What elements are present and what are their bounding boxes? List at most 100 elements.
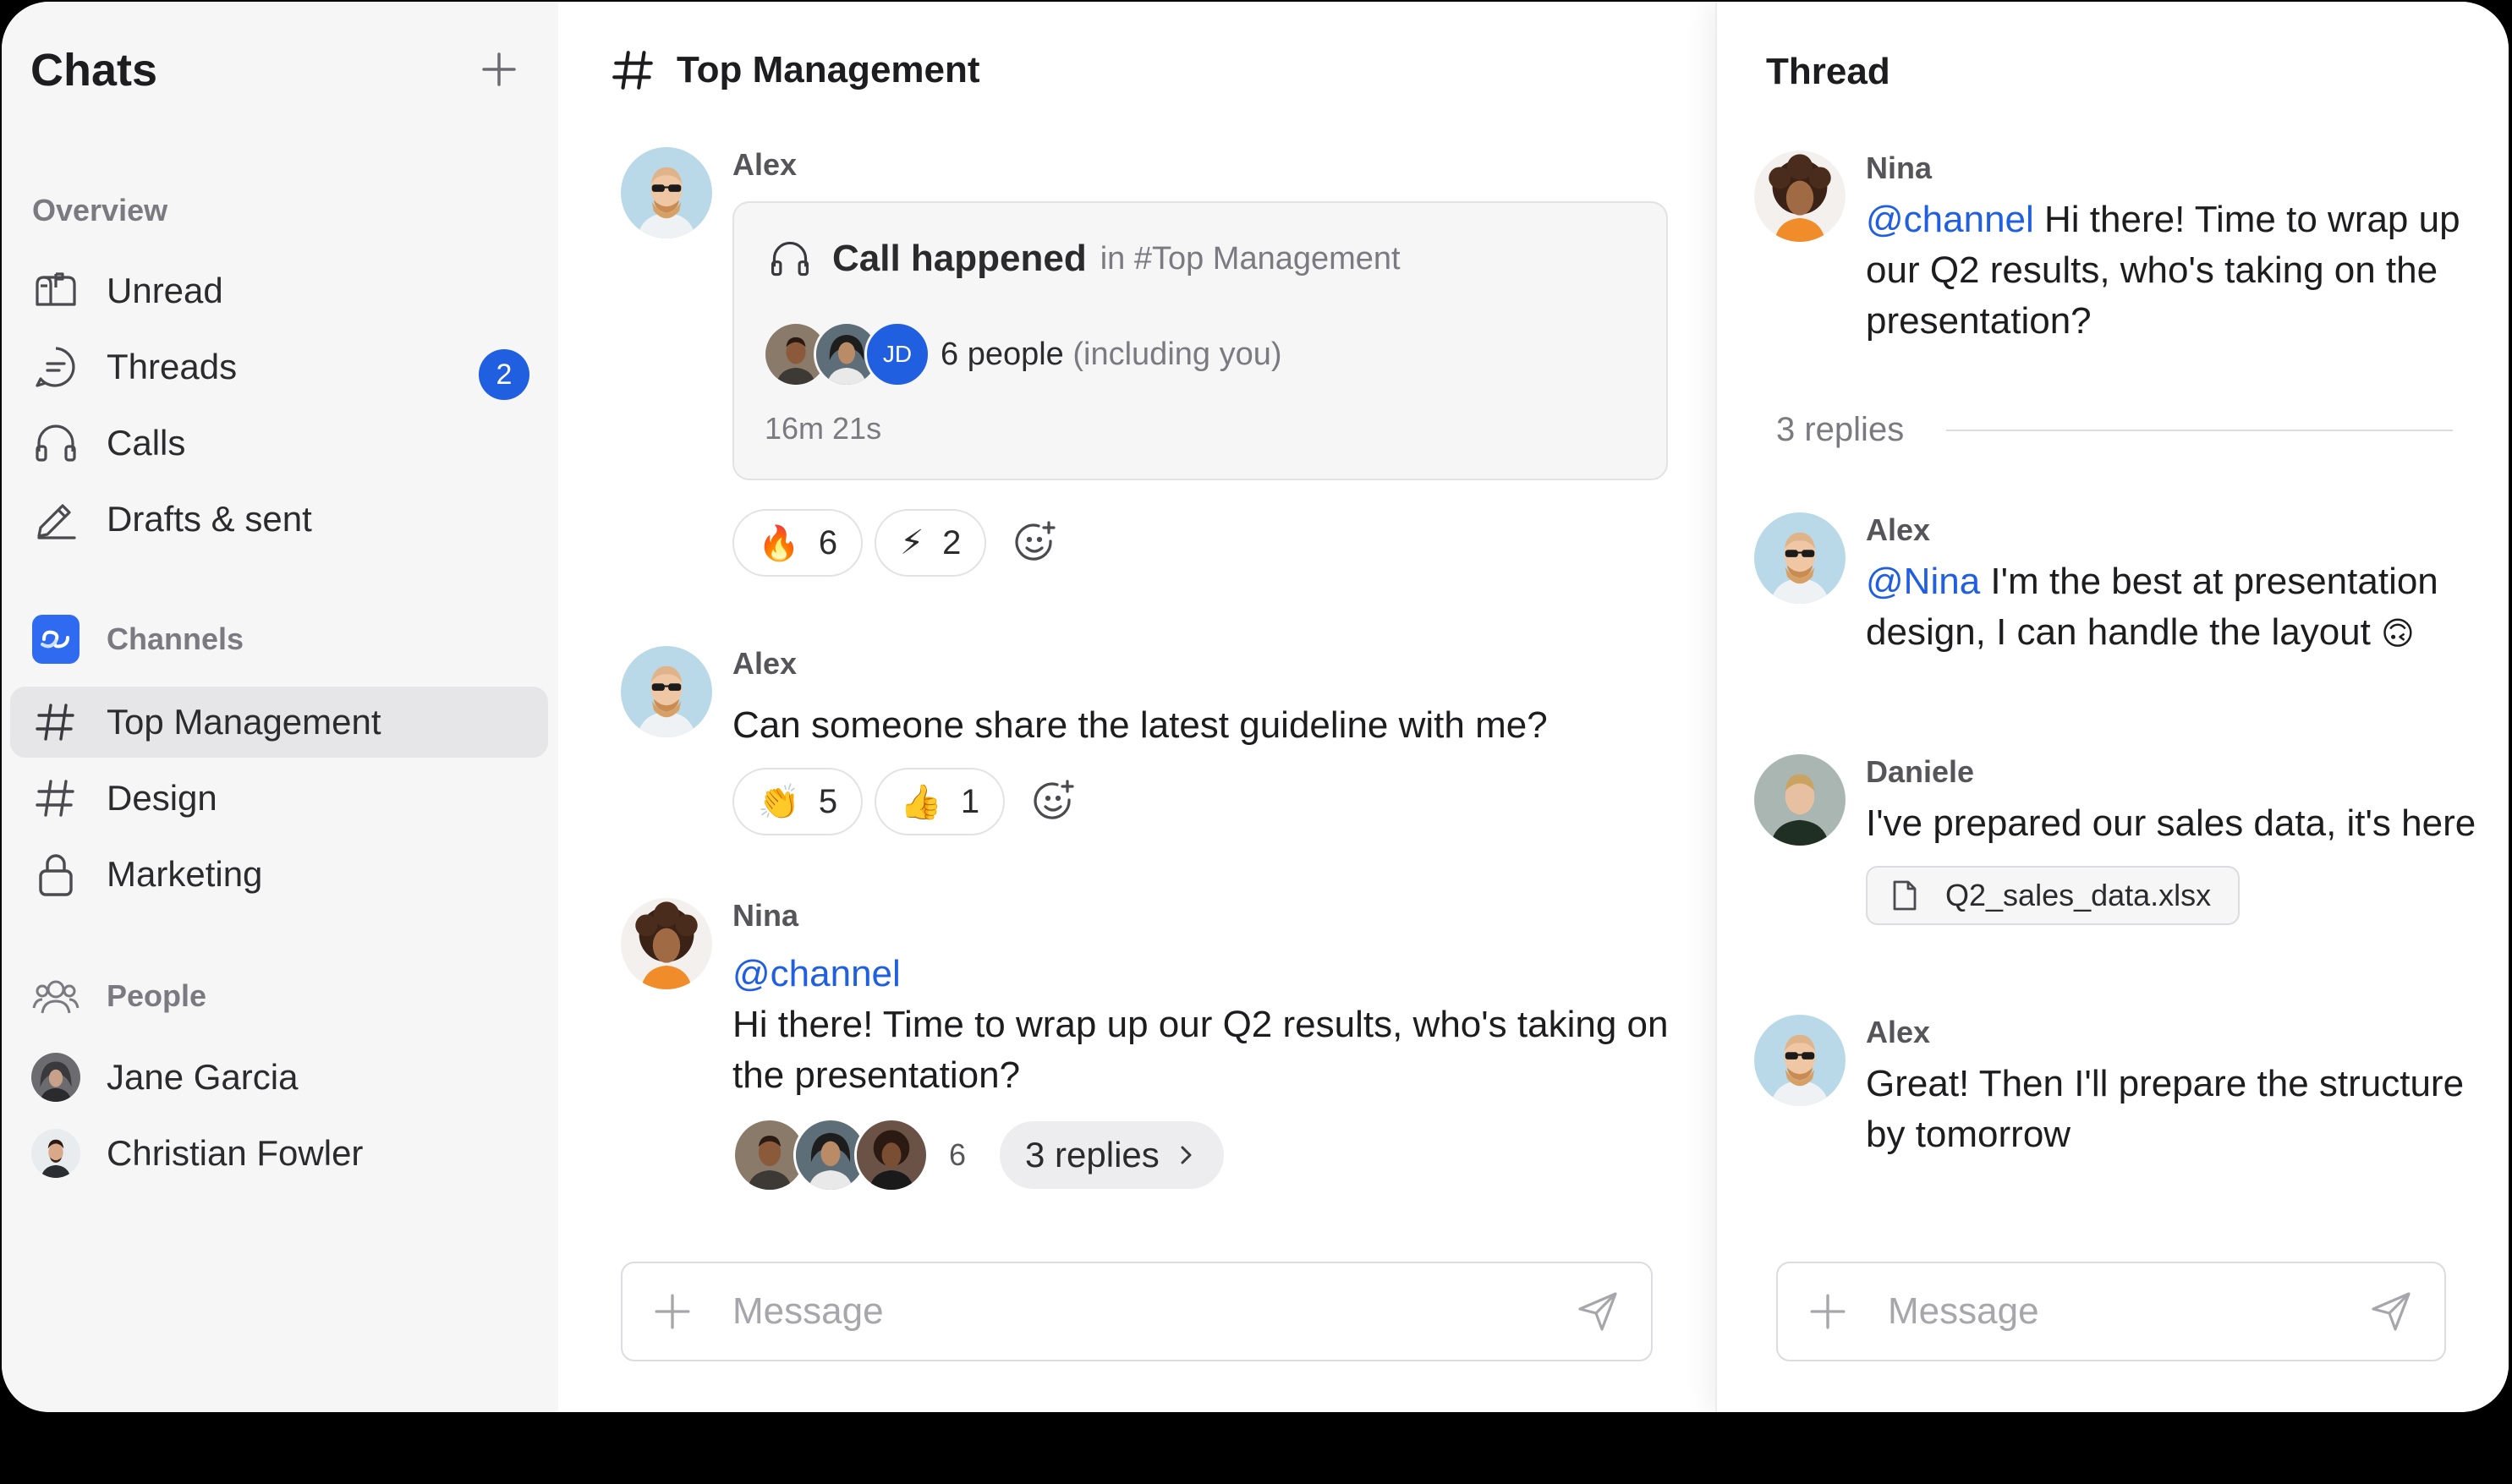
thread-summary: 6 3 replies [732, 1118, 1680, 1192]
sidebar-item-unread[interactable]: Unread [10, 255, 548, 326]
avatar-initials: JD [864, 321, 930, 387]
sidebar-item-label: Design [107, 778, 217, 818]
hash-icon [612, 51, 653, 90]
sidebar-item-label: Top Management [107, 702, 381, 742]
avatar[interactable] [1754, 151, 1846, 242]
mention-channel[interactable]: @channel [1866, 199, 2034, 240]
thread-composer[interactable]: Message [1776, 1262, 2446, 1361]
hash-icon [32, 775, 80, 822]
avatar [31, 1129, 80, 1178]
sidebar-item-label: Calls [107, 423, 186, 463]
reaction-thumbs-up[interactable]: 👍 1 [875, 768, 1006, 835]
message-author: Alex [732, 147, 798, 182]
drafts-icon [32, 496, 80, 543]
sidebar: Chats Overview Unread Threads 2 Calls Dr… [2, 2, 558, 1412]
message-author: Alex [732, 646, 798, 681]
send-icon[interactable] [1577, 1290, 1619, 1333]
reaction-lightning[interactable]: ⚡ 2 [875, 509, 987, 577]
message-composer[interactable]: Message [621, 1262, 1653, 1361]
threads-unread-badge: 2 [479, 349, 529, 400]
reaction-clap[interactable]: 👏 5 [732, 768, 864, 835]
reaction-fire[interactable]: 🔥 6 [732, 509, 864, 577]
channels-logo-icon [32, 615, 80, 664]
thread-title: Thread [1766, 51, 1890, 92]
call-summary-card[interactable]: Call happened in #Top Management JD 6 pe… [732, 201, 1668, 480]
thread-panel: Thread Nina @channel Hi there! Time to w… [1715, 2, 2509, 1412]
lock-icon [32, 851, 80, 898]
message-input[interactable]: Message [732, 1290, 1577, 1333]
send-icon[interactable] [2370, 1290, 2412, 1333]
avatar [31, 1053, 80, 1102]
call-location: in #Top Management [1100, 240, 1401, 277]
mention-user[interactable]: @Nina [1866, 561, 1980, 602]
sidebar-item-label: Jane Garcia [107, 1057, 299, 1097]
people-icon [32, 972, 80, 1020]
people-section-label: People [107, 978, 207, 1013]
add-reaction-icon[interactable] [1030, 778, 1078, 825]
thread-message-input[interactable]: Message [1888, 1290, 2370, 1333]
mention-channel[interactable]: @channel [732, 953, 901, 994]
channel-view: Top Management Alex Call happened in #To… [558, 2, 1715, 1412]
emoji: 🙃 [2381, 616, 2415, 652]
overview-section-label: Overview [32, 193, 168, 227]
plus-icon[interactable] [653, 1292, 692, 1331]
call-people-note: (including you) [1072, 336, 1282, 372]
file-icon [1893, 880, 1917, 911]
avatar[interactable] [621, 646, 712, 737]
sidebar-item-label: Drafts & sent [107, 499, 312, 539]
plus-icon[interactable] [480, 51, 518, 88]
sidebar-item-label: Christian Fowler [107, 1133, 364, 1173]
sidebar-item-label: Threads [107, 347, 238, 386]
hash-icon [32, 698, 80, 746]
avatar[interactable] [1754, 512, 1846, 604]
message-text: Hi there! Time to wrap up our Q2 results… [732, 1004, 1669, 1096]
avatar[interactable] [1754, 754, 1846, 846]
reactions: 👏 5 👍 1 [732, 768, 1680, 835]
headphones-icon [771, 241, 809, 277]
page-title: Top Management [677, 49, 980, 90]
unread-icon [32, 267, 80, 315]
call-title: Call happened [832, 238, 1087, 279]
sidebar-item-drafts[interactable]: Drafts & sent [10, 484, 548, 555]
thread-participants [732, 1118, 929, 1192]
avatar[interactable] [1754, 1015, 1846, 1106]
sidebar-item-threads[interactable]: Threads 2 [10, 331, 548, 402]
replies-count-label: 3 replies [1776, 411, 1905, 448]
file-attachment[interactable]: Q2_sales_data.xlsx [1866, 866, 2241, 925]
avatar[interactable] [621, 147, 712, 238]
call-participants: JD [763, 321, 930, 387]
message-author: Nina [1866, 151, 1933, 185]
message-text: I've prepared our sales data, it's here [1866, 802, 2476, 844]
avatar [854, 1118, 929, 1192]
sidebar-item-marketing[interactable]: Marketing [10, 839, 548, 910]
message-text: Great! Then I'll prepare the structure b… [1866, 1063, 2465, 1155]
reactions: 🔥 6 ⚡ 2 [732, 509, 1680, 577]
message-author: Alex [1866, 1015, 1931, 1049]
people-section-header: People [10, 961, 548, 1032]
sidebar-item-design[interactable]: Design [10, 763, 548, 834]
plus-icon[interactable] [1808, 1292, 1847, 1331]
sidebar-item-christian-fowler[interactable]: Christian Fowler [10, 1118, 548, 1189]
chat-app-window: Chats Overview Unread Threads 2 Calls Dr… [2, 2, 2509, 1412]
chevron-right-icon [1181, 1146, 1192, 1164]
sidebar-title: Chats [30, 45, 158, 96]
channel-header: Top Management [611, 47, 980, 93]
channels-section-header: Channels [10, 604, 548, 675]
message-author: Alex [1866, 512, 1931, 547]
sidebar-item-calls[interactable]: Calls [10, 408, 548, 479]
message-author: Daniele [1866, 754, 1975, 789]
replies-divider: 3 replies [1776, 411, 2453, 449]
threads-icon [32, 343, 80, 391]
message-author: Nina [732, 898, 799, 933]
sidebar-item-top-management[interactable]: Top Management [10, 687, 548, 758]
add-reaction-icon[interactable] [1012, 519, 1059, 567]
sidebar-item-label: Unread [107, 271, 223, 310]
message-text: Can someone share the latest guideline w… [732, 704, 1548, 746]
view-replies-button[interactable]: 3 replies [1000, 1121, 1224, 1189]
avatar[interactable] [621, 898, 712, 989]
file-name: Q2_sales_data.xlsx [1945, 878, 2212, 912]
sidebar-item-jane-garcia[interactable]: Jane Garcia [10, 1042, 548, 1113]
call-duration: 16m 21s [765, 411, 882, 446]
sidebar-item-label: Marketing [107, 854, 263, 894]
calls-icon [32, 419, 80, 467]
